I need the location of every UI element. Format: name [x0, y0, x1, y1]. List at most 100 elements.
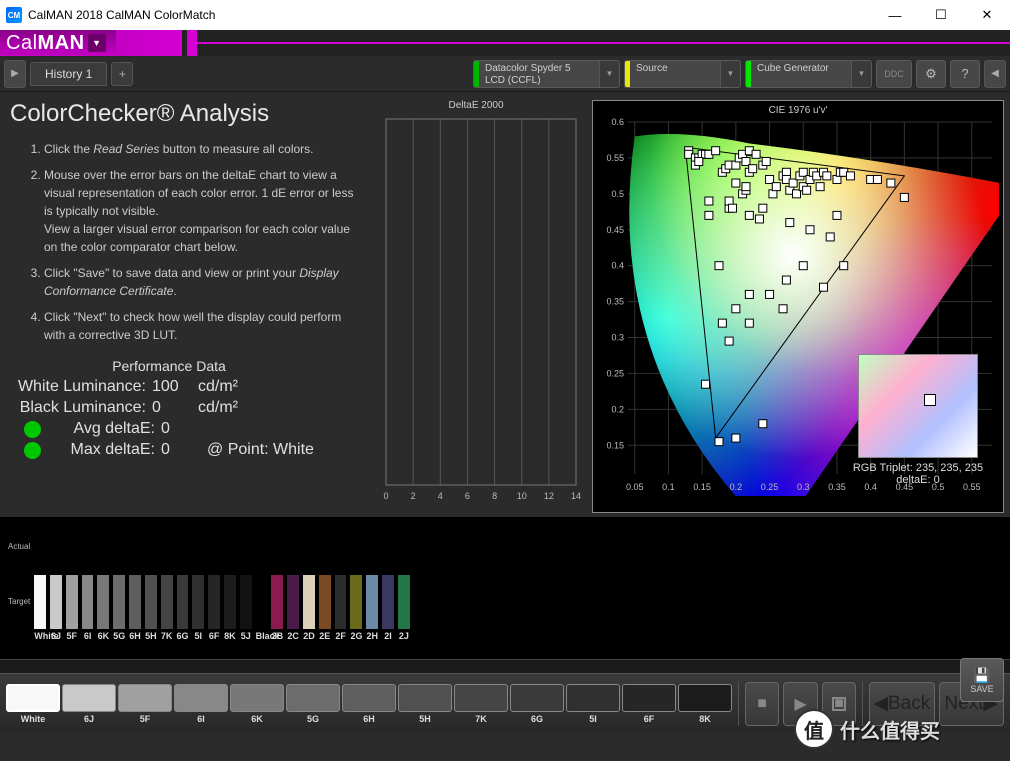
- svg-text:0.05: 0.05: [626, 482, 644, 492]
- ddc-button[interactable]: DDC: [876, 60, 912, 88]
- nav-swatch[interactable]: 6G: [510, 684, 564, 724]
- meter-device-selector[interactable]: Datacolor Spyder 5LCD (CCFL) ▼: [473, 60, 620, 88]
- scrollbar-track[interactable]: [0, 659, 1010, 673]
- swatch-label: 6J: [50, 631, 62, 641]
- comparator-swatch[interactable]: 2H: [366, 519, 378, 641]
- target-color: [224, 575, 236, 629]
- comparator-swatch[interactable]: 6J: [50, 519, 62, 641]
- swatch-label: 2C: [287, 631, 299, 641]
- comparator-swatch[interactable]: 5J: [240, 519, 252, 641]
- avg-deltae-row: Avg deltaE: 0: [10, 420, 360, 438]
- target-color: [256, 575, 268, 629]
- svg-text:0.3: 0.3: [611, 333, 624, 343]
- black-luminance-row: Black Luminance: 0 cd/m²: [10, 399, 360, 417]
- actual-color: [224, 519, 236, 573]
- nav-swatch[interactable]: 6K: [230, 684, 284, 724]
- comparator-swatch[interactable]: 2I: [382, 519, 394, 641]
- actual-color: [335, 519, 347, 573]
- nav-swatch[interactable]: 8K: [678, 684, 732, 724]
- svg-text:2: 2: [411, 491, 416, 501]
- svg-text:0: 0: [383, 491, 388, 501]
- actual-color: [34, 519, 46, 573]
- comparator-swatch[interactable]: 6F: [208, 519, 220, 641]
- chevron-down-icon[interactable]: ▼: [720, 61, 740, 87]
- comparator-swatch[interactable]: 7K: [161, 519, 173, 641]
- comparator-swatch[interactable]: 2B: [271, 519, 283, 641]
- comparator-swatch[interactable]: 6G: [177, 519, 189, 641]
- target-color: [129, 575, 141, 629]
- close-button[interactable]: ✕: [964, 0, 1010, 30]
- chevron-down-icon[interactable]: ▼: [599, 61, 619, 87]
- nav-swatch[interactable]: 5I: [566, 684, 620, 724]
- comparator-swatch[interactable]: White: [34, 519, 46, 641]
- svg-text:0.6: 0.6: [611, 117, 624, 127]
- swatch-label: 5I: [192, 631, 204, 641]
- swatch-label: 7K: [161, 631, 173, 641]
- svg-text:0.1: 0.1: [662, 482, 675, 492]
- comparator-swatch[interactable]: 2E: [319, 519, 331, 641]
- svg-text:0.45: 0.45: [606, 225, 624, 235]
- instruction-step: Click the Read Series button to measure …: [44, 140, 360, 158]
- svg-text:0.35: 0.35: [606, 297, 624, 307]
- target-color: [66, 575, 78, 629]
- actual-color: [97, 519, 109, 573]
- comparator-swatch[interactable]: 2C: [287, 519, 299, 641]
- swatch-label: 6K: [97, 631, 109, 641]
- comparator-swatch[interactable]: 5I: [192, 519, 204, 641]
- comparator-swatch[interactable]: 2J: [398, 519, 410, 641]
- window-titlebar: CM CalMAN 2018 CalMAN ColorMatch — ☐ ✕: [0, 0, 1010, 30]
- tab-history-1[interactable]: History 1: [30, 62, 107, 86]
- target-color: [145, 575, 157, 629]
- brand-menu-dropdown[interactable]: ▼: [88, 34, 106, 52]
- comparator-swatch[interactable]: 2D: [303, 519, 315, 641]
- actual-color: [256, 519, 268, 573]
- source-device-selector[interactable]: Source ▼: [624, 60, 741, 88]
- swatch-label: 5J: [240, 631, 252, 641]
- comparator-swatch[interactable]: 5F: [66, 519, 78, 641]
- nav-swatch[interactable]: White: [6, 684, 60, 724]
- nav-swatch[interactable]: 5F: [118, 684, 172, 724]
- pattern-device-selector[interactable]: Cube Generator ▼: [745, 60, 872, 88]
- nav-swatch[interactable]: 7K: [454, 684, 508, 724]
- tab-add-button[interactable]: +: [111, 62, 133, 86]
- instructions-list: Click the Read Series button to measure …: [10, 140, 360, 344]
- brand-logo: CalMAN: [6, 32, 85, 55]
- comparator-swatch[interactable]: 5H: [145, 519, 157, 641]
- nav-swatch[interactable]: 5H: [398, 684, 452, 724]
- comparator-swatch[interactable]: 6K: [97, 519, 109, 641]
- chevron-down-icon[interactable]: ▼: [851, 61, 871, 87]
- nav-swatch[interactable]: 6J: [62, 684, 116, 724]
- nav-swatch[interactable]: 6I: [174, 684, 228, 724]
- comparator-swatch[interactable]: 5G: [113, 519, 125, 641]
- settings-button[interactable]: ⚙: [916, 60, 946, 88]
- save-button[interactable]: 💾SAVE: [960, 658, 1004, 702]
- stop-button[interactable]: ■: [745, 682, 780, 726]
- comparator-swatch[interactable]: Black: [256, 519, 268, 641]
- swatch-label: 6G: [177, 631, 189, 641]
- svg-text:0.2: 0.2: [730, 482, 743, 492]
- comparator-swatch[interactable]: 2F: [335, 519, 347, 641]
- panel-collapse-button[interactable]: ◀: [984, 60, 1006, 88]
- top-toolbar: ▶ History 1 + Datacolor Spyder 5LCD (CCF…: [0, 56, 1010, 92]
- help-button[interactable]: ?: [950, 60, 980, 88]
- brand-bar: CalMAN ▼: [0, 30, 1010, 56]
- nav-swatch[interactable]: 6F: [622, 684, 676, 724]
- comparator-swatch[interactable]: 2G: [350, 519, 362, 641]
- swatch-label: 6F: [208, 631, 220, 641]
- max-deltae-row: Max deltaE: 0 @ Point: White: [10, 441, 360, 459]
- maximize-button[interactable]: ☐: [918, 0, 964, 30]
- comparator-swatch[interactable]: 6H: [129, 519, 141, 641]
- watermark: 值 什么值得买: [794, 709, 940, 749]
- nav-forward-button[interactable]: ▶: [4, 60, 26, 88]
- nav-swatch[interactable]: 5G: [286, 684, 340, 724]
- svg-text:0.15: 0.15: [606, 440, 624, 450]
- swatch-label: 2E: [319, 631, 331, 641]
- minimize-button[interactable]: —: [872, 0, 918, 30]
- swatch-label: 2I: [382, 631, 394, 641]
- swatch-label: 5F: [66, 631, 78, 641]
- comparator-swatch[interactable]: 6I: [82, 519, 94, 641]
- color-preview-swatch: [858, 354, 978, 458]
- nav-swatch[interactable]: 6H: [342, 684, 396, 724]
- white-luminance-row: White Luminance: 100 cd/m²: [10, 378, 360, 396]
- comparator-swatch[interactable]: 8K: [224, 519, 236, 641]
